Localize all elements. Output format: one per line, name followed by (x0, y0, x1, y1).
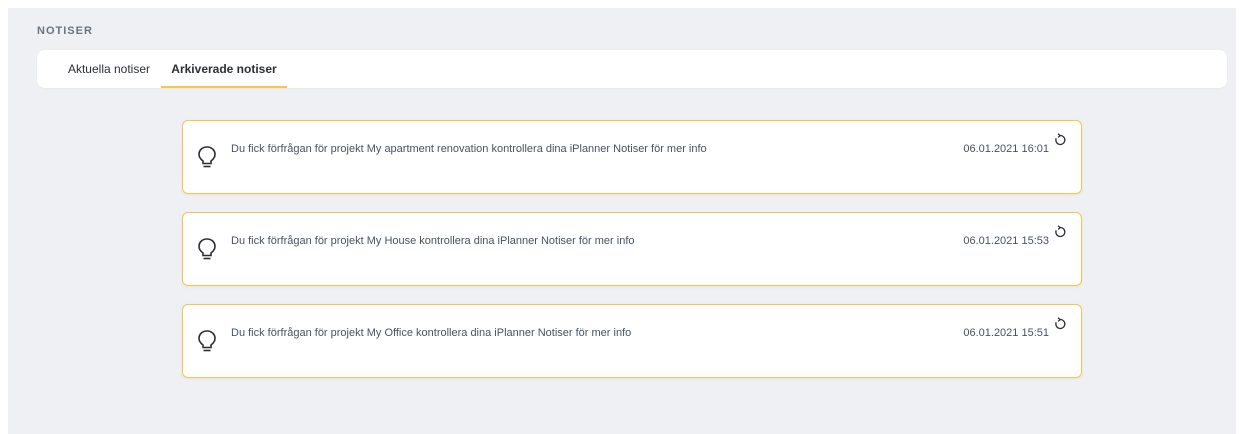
lightbulb-icon (198, 238, 216, 260)
restore-icon[interactable] (1053, 225, 1067, 239)
notification-card: Du fick förfrågan för projekt My House k… (182, 212, 1082, 286)
notification-message: Du fick förfrågan för projekt My House k… (231, 235, 635, 247)
notification-message: Du fick förfrågan för projekt My apartme… (231, 143, 707, 155)
notification-card: Du fick förfrågan för projekt My Office … (182, 304, 1082, 378)
tab-bar: Aktuella notiser Arkiverade notiser (37, 50, 1227, 88)
restore-icon[interactable] (1053, 317, 1067, 331)
notification-timestamp: 06.01.2021 16:01 (963, 143, 1049, 155)
tab-archived-notifications[interactable]: Arkiverade notiser (161, 50, 287, 88)
lightbulb-icon (198, 330, 216, 352)
notifications-panel: NOTISER Aktuella notiser Arkiverade noti… (8, 8, 1236, 434)
restore-icon[interactable] (1053, 133, 1067, 147)
notification-timestamp: 06.01.2021 15:53 (963, 235, 1049, 247)
lightbulb-icon (198, 146, 216, 168)
notification-timestamp: 06.01.2021 15:51 (963, 327, 1049, 339)
section-title: NOTISER (37, 25, 93, 37)
notification-card: Du fick förfrågan för projekt My apartme… (182, 120, 1082, 194)
notification-message: Du fick förfrågan för projekt My Office … (231, 327, 632, 339)
tab-current-notifications[interactable]: Aktuella notiser (53, 50, 165, 88)
